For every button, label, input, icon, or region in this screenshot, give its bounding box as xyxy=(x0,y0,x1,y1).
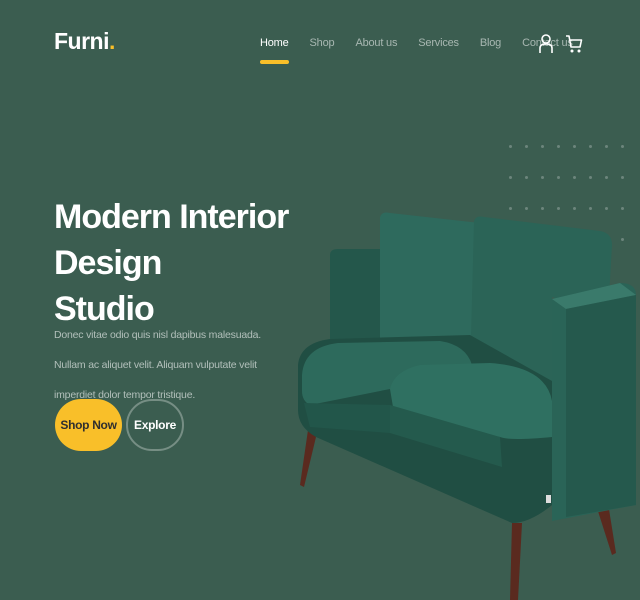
site-header: Furni. Home Shop About us Services Blog … xyxy=(0,0,640,90)
decorative-dot xyxy=(557,176,560,179)
decorative-dot xyxy=(525,145,528,148)
brand-logo[interactable]: Furni. xyxy=(54,28,115,55)
nav-item-shop[interactable]: Shop xyxy=(310,37,335,49)
decorative-dot xyxy=(525,176,528,179)
decorative-dot xyxy=(509,145,512,148)
decorative-dot xyxy=(573,145,576,148)
nav-item-blog[interactable]: Blog xyxy=(480,37,501,49)
decorative-dot xyxy=(589,145,592,148)
decorative-dot xyxy=(621,176,624,179)
hero-description: Donec vitae odio quis nisl dapibus males… xyxy=(54,329,261,401)
hero-title: Modern Interior Design Studio xyxy=(54,194,314,332)
nav-item-home[interactable]: Home xyxy=(260,37,289,64)
brand-name: Furni xyxy=(54,28,110,54)
shop-now-button[interactable]: Shop Now xyxy=(55,399,122,451)
decorative-dot xyxy=(541,145,544,148)
decorative-dot xyxy=(605,145,608,148)
decorative-dot xyxy=(541,176,544,179)
explore-button[interactable]: Explore xyxy=(126,399,184,451)
user-icon[interactable] xyxy=(539,34,557,54)
cart-icon[interactable] xyxy=(565,34,583,54)
decorative-dot xyxy=(573,176,576,179)
decorative-dot xyxy=(557,145,560,148)
decorative-dot xyxy=(605,176,608,179)
nav-item-services[interactable]: Services xyxy=(418,37,459,49)
brand-dot: . xyxy=(109,28,115,54)
hero-title-line-1: Modern Interior Design xyxy=(54,198,289,282)
nav-item-about-us[interactable]: About us xyxy=(355,37,397,49)
sofa-image xyxy=(298,212,636,600)
decorative-dot xyxy=(509,176,512,179)
decorative-dot xyxy=(589,176,592,179)
decorative-dot xyxy=(621,145,624,148)
